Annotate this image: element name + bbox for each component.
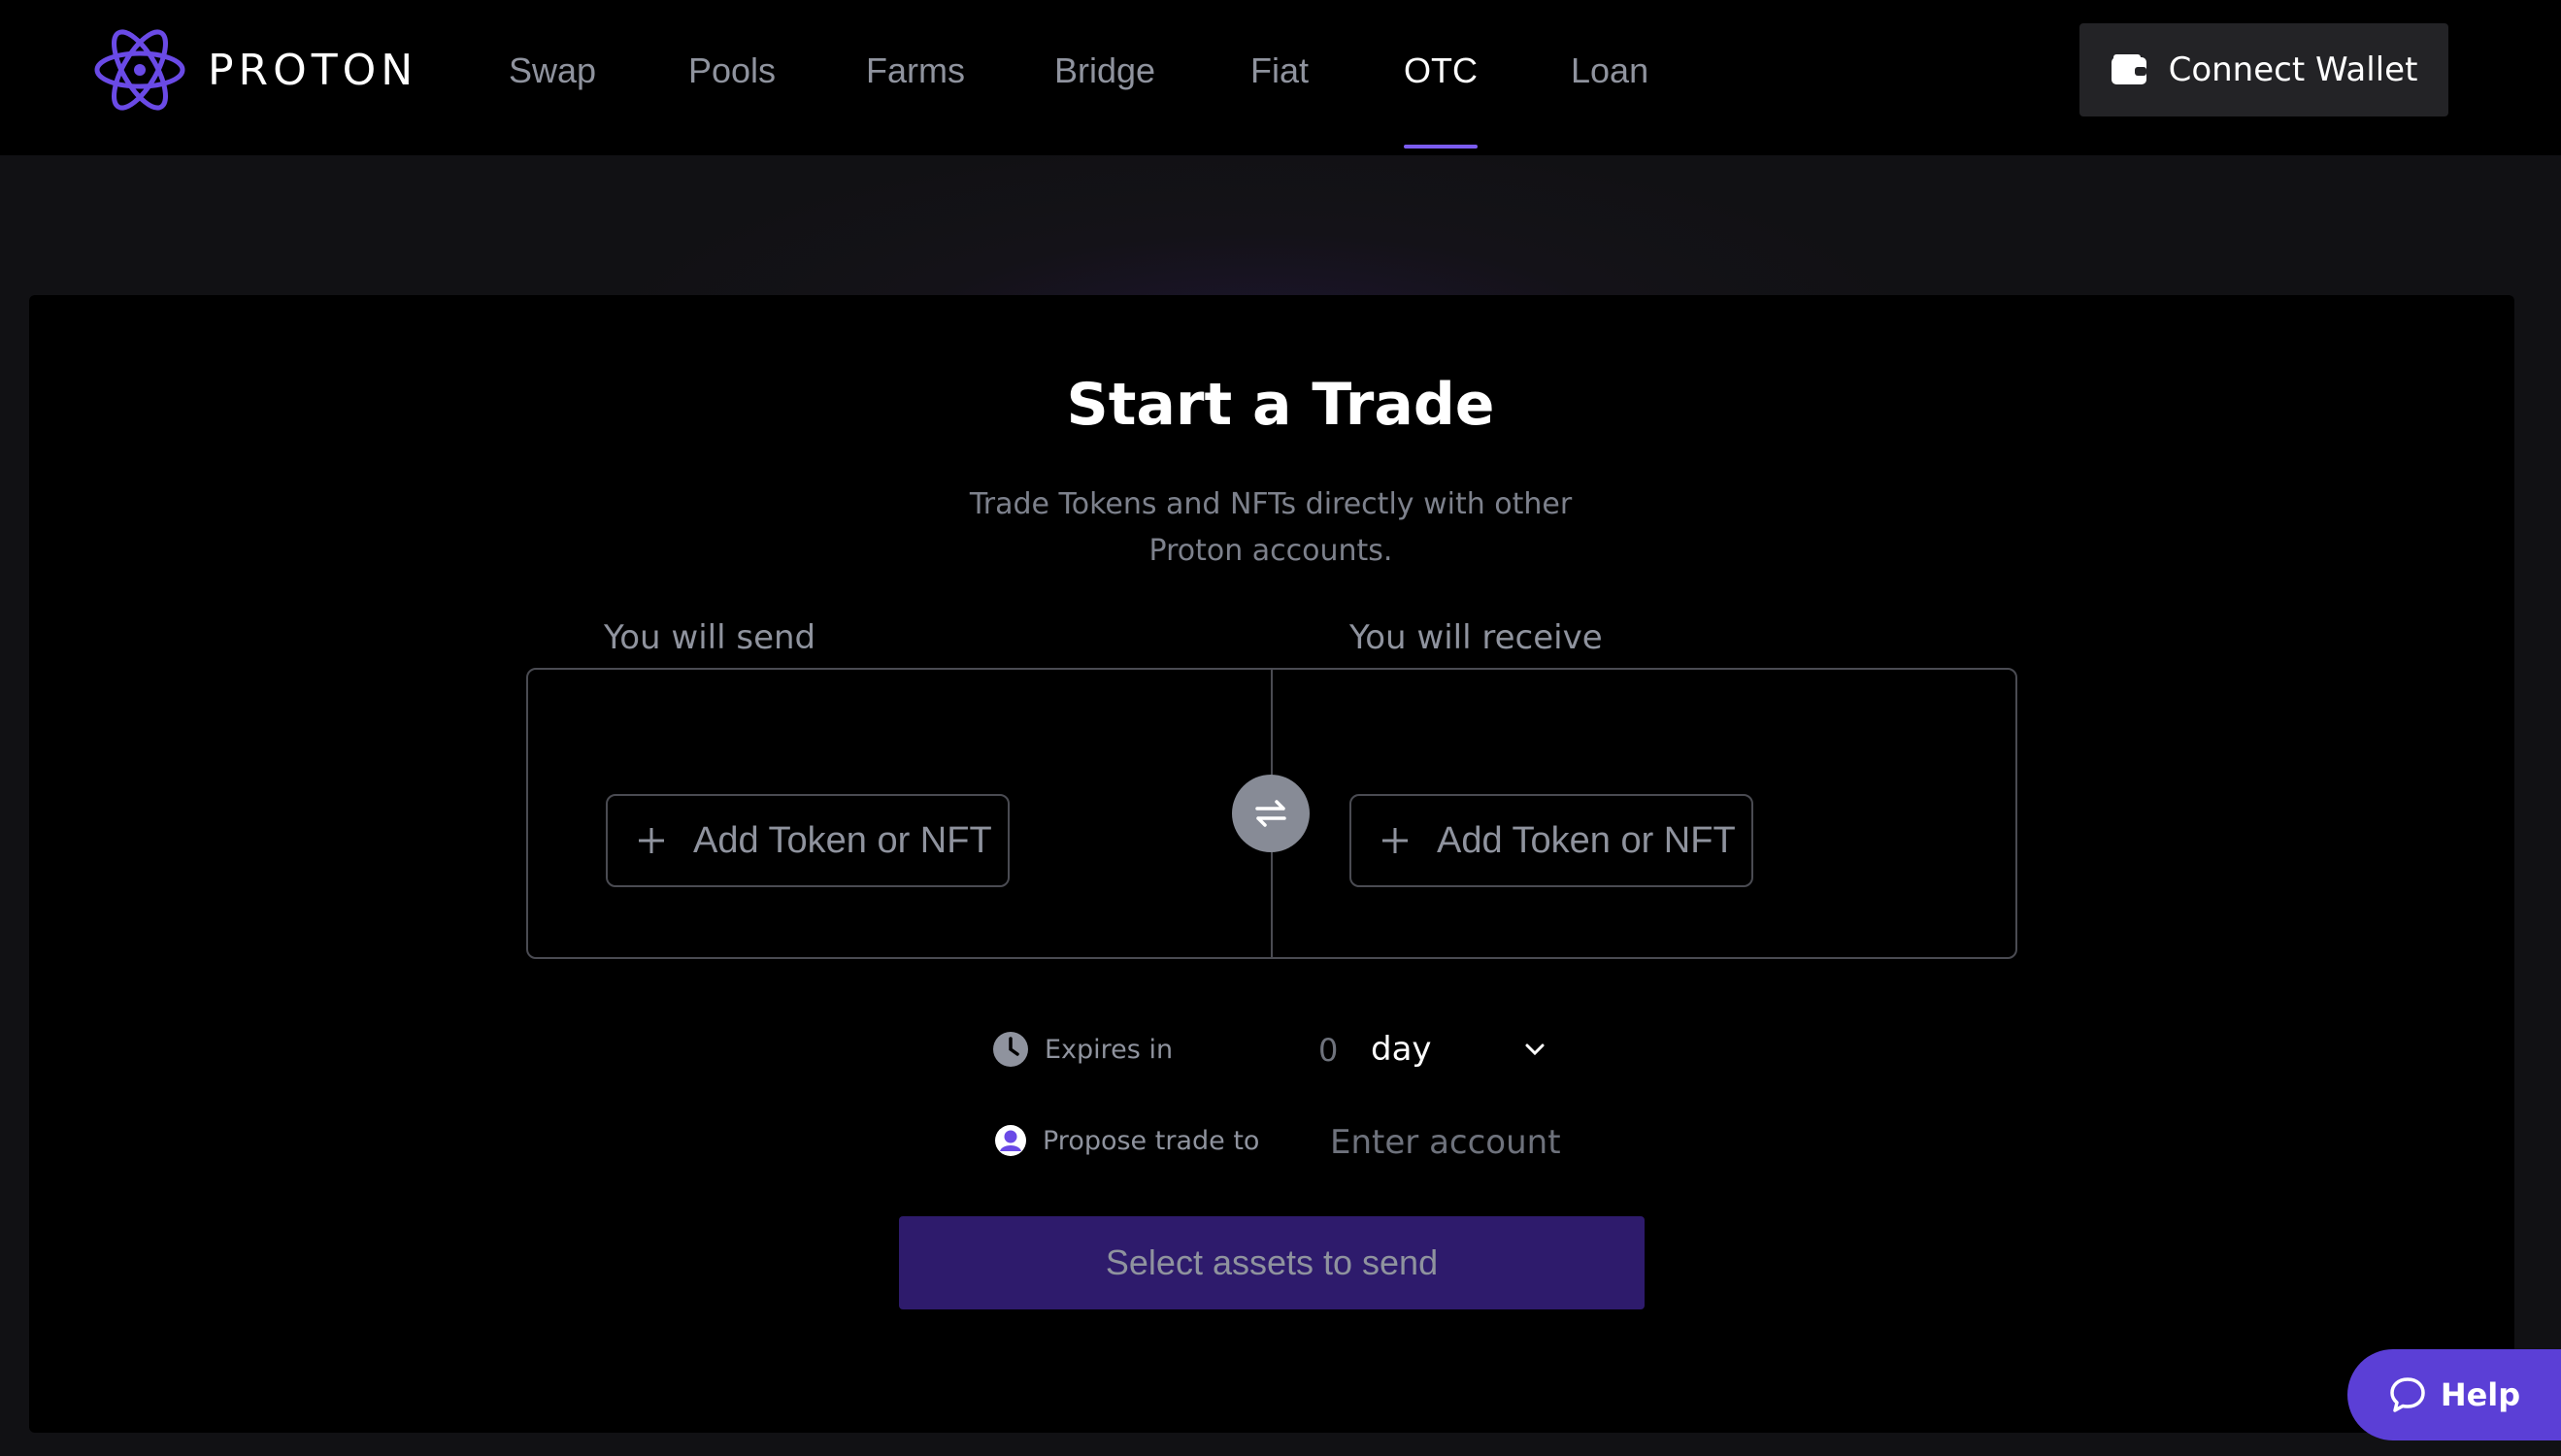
propose-row: Propose trade to (994, 1124, 1259, 1157)
expires-value-input[interactable]: 0 (1318, 1032, 1338, 1069)
expires-row: Expires in (992, 1031, 1173, 1068)
select-assets-label: Select assets to send (1105, 1242, 1439, 1282)
expires-label: Expires in (1045, 1034, 1174, 1065)
atom-logo-icon (94, 29, 185, 111)
wallet-icon (2111, 54, 2146, 84)
nav-item-fiat[interactable]: Fiat (1250, 50, 1309, 91)
add-send-asset-label: Add Token or NFT (693, 819, 992, 861)
expires-unit-value: day (1371, 1030, 1432, 1069)
account-input[interactable] (1324, 1118, 1635, 1167)
nav-item-pools[interactable]: Pools (688, 50, 776, 91)
swap-arrows-icon (1255, 800, 1286, 827)
chevron-down-icon (1525, 1043, 1545, 1056)
proton-logo[interactable]: PROTON (91, 19, 417, 120)
page-subtitle: Trade Tokens and NFTs directly with othe… (941, 481, 1601, 575)
add-receive-asset-button[interactable]: Add Token or NFT (1349, 794, 1753, 887)
send-section-label: You will send (604, 618, 816, 657)
clock-icon (993, 1032, 1028, 1067)
nav-item-otc[interactable]: OTC (1404, 50, 1478, 91)
brand-name: PROTON (208, 45, 418, 95)
connect-wallet-button[interactable]: Connect Wallet (2079, 23, 2448, 116)
add-send-asset-button[interactable]: Add Token or NFT (606, 794, 1010, 887)
page-title: Start a Trade (1066, 371, 1495, 439)
nav-item-swap[interactable]: Swap (509, 50, 596, 91)
connect-wallet-label: Connect Wallet (2168, 50, 2418, 89)
plus-icon (1382, 828, 1408, 853)
hero-background (0, 155, 2561, 295)
plus-icon (639, 828, 664, 853)
subtitle-line-1: Trade Tokens and NFTs directly with othe… (969, 487, 1573, 521)
swap-direction-button[interactable] (1232, 775, 1310, 852)
nav-item-loan[interactable]: Loan (1571, 50, 1648, 91)
user-avatar-icon (995, 1125, 1026, 1156)
help-label: Help (2440, 1376, 2521, 1413)
nav-item-bridge[interactable]: Bridge (1054, 50, 1155, 91)
help-button[interactable]: Help (2347, 1349, 2561, 1440)
select-assets-button[interactable]: Select assets to send (899, 1216, 1645, 1309)
top-header: PROTON Swap Pools Farms Bridge Fiat OTC … (0, 0, 2561, 155)
expires-unit-select[interactable]: day (1371, 1027, 1546, 1072)
subtitle-line-2: Proton accounts. (1148, 534, 1393, 568)
active-tab-indicator (1404, 145, 1478, 149)
add-receive-asset-label: Add Token or NFT (1437, 819, 1736, 861)
nav-item-farms[interactable]: Farms (866, 50, 965, 91)
propose-label: Propose trade to (1043, 1125, 1260, 1156)
chat-bubble-icon (2390, 1377, 2425, 1412)
receive-section-label: You will receive (1349, 618, 1603, 657)
